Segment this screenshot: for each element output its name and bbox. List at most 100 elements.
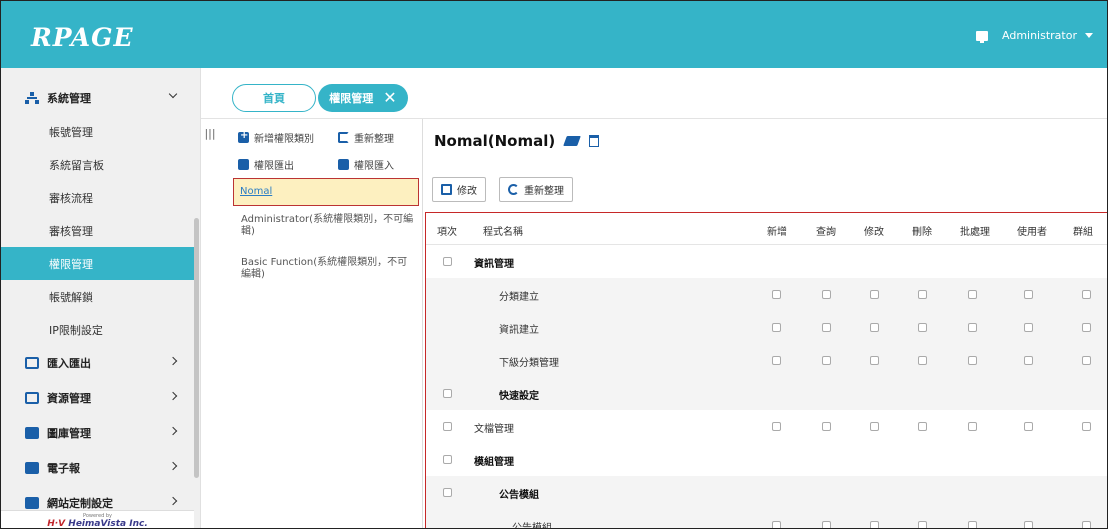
program-name: 資訊建立	[499, 325, 539, 336]
permission-checkbox[interactable]	[870, 323, 879, 332]
permission-checkbox[interactable]	[870, 290, 879, 299]
app-logo[interactable]: RPAGE	[31, 23, 134, 52]
sidebar-item-account[interactable]: 帳號管理	[1, 115, 194, 148]
program-name: 文檔管理	[474, 424, 514, 435]
program-name: 資訊管理	[474, 259, 514, 270]
permission-checkbox[interactable]	[918, 290, 927, 299]
sidebar-group-label: 資源管理	[47, 392, 91, 405]
permission-checkbox[interactable]	[1082, 422, 1091, 431]
permission-checkbox[interactable]	[968, 290, 977, 299]
permission-checkbox[interactable]	[1082, 356, 1091, 365]
top-bar: RPAGE Administrator	[1, 1, 1107, 68]
permission-checkbox[interactable]	[822, 356, 831, 365]
permission-checkbox[interactable]	[772, 521, 781, 528]
sidebar-group-gallery[interactable]: 圖庫管理	[1, 416, 194, 450]
import-icon	[338, 158, 349, 170]
permission-checkbox[interactable]	[968, 422, 977, 431]
permission-checkbox[interactable]	[918, 356, 927, 365]
tab-label: 權限管理	[329, 92, 374, 105]
permission-checkbox[interactable]	[870, 521, 879, 528]
refresh-icon	[508, 184, 519, 195]
permission-checkbox[interactable]	[968, 323, 977, 332]
permission-checkbox[interactable]	[1024, 290, 1033, 299]
row-select-checkbox[interactable]	[443, 488, 452, 497]
trash-icon[interactable]	[589, 135, 600, 147]
panel-divider	[422, 119, 423, 528]
permission-checkbox[interactable]	[870, 356, 879, 365]
sidebar-group-newsletter[interactable]: 電子報	[1, 451, 194, 485]
sidebar-item-permissions[interactable]: 權限管理	[1, 247, 194, 280]
network-icon	[25, 92, 39, 104]
permission-checkbox[interactable]	[1082, 290, 1091, 299]
permission-checkbox[interactable]	[822, 323, 831, 332]
permission-checkbox[interactable]	[968, 521, 977, 528]
edit-button[interactable]: 修改	[432, 177, 486, 202]
permission-checkbox[interactable]	[772, 422, 781, 431]
chevron-right-icon	[168, 391, 178, 401]
chevron-right-icon	[168, 426, 178, 436]
permission-checkbox[interactable]	[822, 422, 831, 431]
detail-refresh-button[interactable]: 重新整理	[499, 177, 573, 202]
permission-checkbox[interactable]	[772, 323, 781, 332]
program-name: 下級分類管理	[499, 358, 559, 369]
sidebar-item-review-flow[interactable]: 審核流程	[1, 181, 194, 214]
tree-item-basic-function[interactable]: Basic Function(系統權限類別，不可編輯)	[241, 257, 417, 281]
permission-checkbox[interactable]	[1082, 521, 1091, 528]
tab-permissions[interactable]: 權限管理 ✕	[318, 84, 408, 112]
permission-checkbox[interactable]	[918, 422, 927, 431]
powered-by-footer: Powered by H·V HeimaVista Inc.	[1, 510, 194, 528]
sidebar-item-message-board[interactable]: 系統留言板	[1, 148, 194, 181]
tree-refresh-button[interactable]: 重新整理	[338, 128, 394, 146]
permission-checkbox[interactable]	[772, 290, 781, 299]
user-name[interactable]: Administrator	[1002, 29, 1077, 42]
row-select-checkbox[interactable]	[443, 422, 452, 431]
sidebar-group-resource[interactable]: 資源管理	[1, 381, 194, 415]
detail-title: Nomal(Nomal)	[434, 132, 600, 150]
monitor-icon	[976, 30, 988, 43]
permission-checkbox[interactable]	[1024, 521, 1033, 528]
permission-checkbox[interactable]	[870, 422, 879, 431]
permission-table: 項次 程式名稱 新增 查詢 修改 刪除 批處理 使用者 群組 資訊管理 分類建立資…	[425, 212, 1107, 528]
column-header: 批處理	[960, 227, 990, 238]
import-permission-button[interactable]: 權限匯入	[338, 155, 394, 173]
permission-checkbox[interactable]	[918, 323, 927, 332]
sidebar-item-ip-restriction[interactable]: IP限制設定	[1, 313, 194, 346]
permission-checkbox[interactable]	[822, 521, 831, 528]
sidebar-item-review-management[interactable]: 審核管理	[1, 214, 194, 247]
export-permission-button[interactable]: 權限匯出	[238, 155, 294, 173]
permission-checkbox[interactable]	[1024, 323, 1033, 332]
permission-checkbox[interactable]	[968, 356, 977, 365]
row-select-checkbox[interactable]	[443, 455, 452, 464]
row-select-checkbox[interactable]	[443, 257, 452, 266]
permission-checkbox[interactable]	[1024, 356, 1033, 365]
permission-checkbox[interactable]	[822, 290, 831, 299]
row-select-checkbox[interactable]	[443, 389, 452, 398]
detail-title-text: Nomal(Nomal)	[434, 132, 556, 150]
chevron-right-icon	[168, 461, 178, 471]
program-name: 模組管理	[474, 457, 514, 468]
permission-checkbox[interactable]	[772, 356, 781, 365]
sidebar-item-unlock-account[interactable]: 帳號解鎖	[1, 280, 194, 313]
save-icon	[441, 184, 452, 195]
collapse-panel-handle[interactable]: |||	[203, 127, 217, 145]
permission-checkbox[interactable]	[918, 521, 927, 528]
user-menu[interactable]: Administrator	[976, 29, 1093, 43]
table-row: 快速設定	[426, 377, 1107, 410]
permission-checkbox[interactable]	[1024, 422, 1033, 431]
tree-item-selected[interactable]: Nomal	[233, 178, 419, 206]
tree-item-administrator[interactable]: Administrator(系統權限類別，不可編輯)	[241, 214, 417, 238]
add-permission-category-button[interactable]: 新增權限類別	[238, 128, 314, 146]
sidebar-group-system[interactable]: 系統管理	[1, 81, 194, 115]
chevron-right-icon	[168, 496, 178, 506]
sidebar-scrollbar[interactable]	[194, 218, 199, 478]
column-header: 群組	[1073, 227, 1093, 238]
caret-down-icon[interactable]	[1085, 33, 1093, 38]
column-header: 查詢	[816, 227, 836, 238]
powered-brand: H·V HeimaVista Inc.	[1, 519, 194, 528]
edit-icon[interactable]	[563, 136, 582, 146]
close-icon[interactable]: ✕	[383, 90, 396, 106]
refresh-icon	[338, 131, 349, 143]
sidebar-group-import-export[interactable]: 匯入匯出	[1, 346, 194, 380]
tab-home[interactable]: 首頁	[232, 84, 316, 112]
permission-checkbox[interactable]	[1082, 323, 1091, 332]
